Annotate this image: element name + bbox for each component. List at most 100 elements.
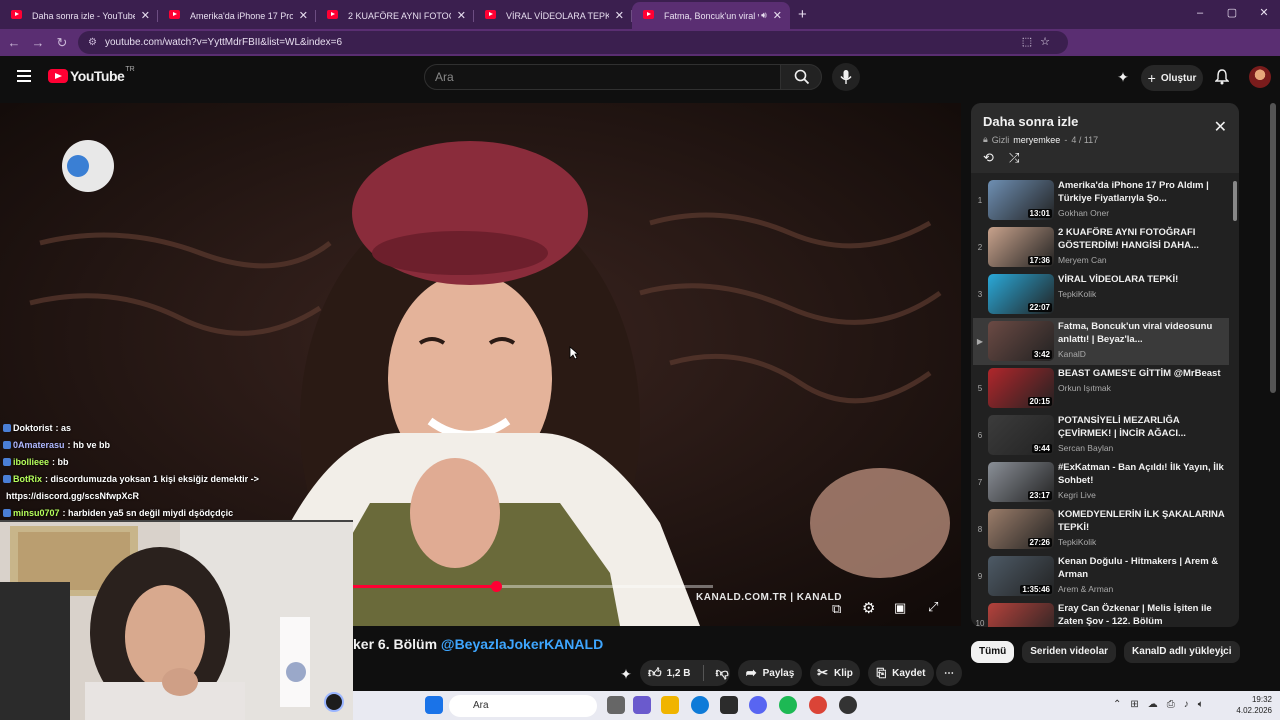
shuffle-icon[interactable]: ⤮ xyxy=(1009,150,1019,166)
loop-icon[interactable]: ⟲ xyxy=(983,150,994,166)
playlist-item[interactable]: 2 17:36 2 KUAFÖRE AYNI FOTOĞRAFI GÖSTERDİM… xyxy=(973,224,1229,271)
voice-search-button[interactable] xyxy=(832,63,860,91)
playlist-item-thumbnail[interactable]: 23:17 xyxy=(988,462,1054,502)
playlist-item-index: 9 xyxy=(977,572,983,581)
extension-sparkle-icon[interactable]: ✦ xyxy=(617,665,635,683)
more-actions-button[interactable]: ⋯ xyxy=(936,660,962,686)
browser-tab[interactable]: Fatma, Boncuk'un viral vide🔊︎ ✕ xyxy=(632,2,790,29)
share-icon: ➦ xyxy=(745,665,757,680)
playlist-item-thumbnail[interactable]: 20:15 xyxy=(988,368,1054,408)
bookmark-star-icon[interactable]: ⬚☆ xyxy=(1022,35,1058,48)
fullscreen-icon[interactable]: ⤢ xyxy=(928,599,938,615)
playlist-item-thumbnail[interactable]: 17:36 xyxy=(988,227,1054,267)
forward-arrow-icon[interactable]: → xyxy=(26,35,50,50)
filter-chip[interactable]: Tümü xyxy=(971,641,1015,663)
chrome-icon[interactable] xyxy=(809,696,827,714)
playlist-item[interactable]: 1054:11Eray Can Özkenar | Melis İşiten i… xyxy=(973,600,1229,627)
url-field[interactable]: ⚙ youtube.com/watch?v=YyttMdrFBII&list=W… xyxy=(78,31,1068,54)
playlist-item-title: Kenan Doğulu - Hitmakers | Arem & Arman xyxy=(1058,556,1219,580)
playlist-item-thumbnail[interactable]: 54:11 xyxy=(988,603,1054,627)
file-explorer-icon[interactable] xyxy=(661,696,679,714)
video-title-hashtag-link[interactable]: @BeyazlaJokerKANALD xyxy=(441,636,603,652)
playlist-title[interactable]: Daha sonra izle xyxy=(983,114,1078,129)
playlist-item-thumbnail[interactable]: 1:35:46 xyxy=(988,556,1054,596)
search-input[interactable]: Ara xyxy=(424,64,781,90)
system-tray-icons[interactable]: ⌃⊞☁⎙♪🔈︎ xyxy=(1113,699,1213,710)
progress-scrubber[interactable] xyxy=(491,581,502,592)
taskbar-clock[interactable]: 19:32 4.02.2026 xyxy=(1236,694,1272,716)
speaker-icon[interactable]: 🔊︎ xyxy=(761,10,767,21)
discord-icon[interactable] xyxy=(749,696,767,714)
minimize-button[interactable]: – xyxy=(1184,0,1216,29)
clock-time: 19:32 xyxy=(1251,695,1272,704)
tab-close-icon[interactable]: ✕ xyxy=(457,9,466,22)
browser-tab[interactable]: VİRAL VİDEOLARA TEPKİ! - You ✕ xyxy=(474,2,632,29)
subtitles-icon[interactable]: ⧉ xyxy=(832,601,841,617)
new-tab-button[interactable]: + xyxy=(798,6,807,23)
playlist-item[interactable]: 3 22:07 VİRAL VİDEOLARA TEPKİ! TepkiKolik xyxy=(973,271,1229,318)
playlist-item[interactable]: 7 23:17 #ExKatman - Ban Açıldı! İlk Yayın,… xyxy=(973,459,1229,506)
playlist-item-text: KOMEDYENLERİN İLK ŞAKALARINA TEPKİ! Tepki… xyxy=(1058,506,1229,553)
chat-message: minsu0707: harbiden ya5 sn değil miydi d… xyxy=(0,504,353,521)
tab-title: 2 KUAFÖRE AYNI FOTOĞRAFI G xyxy=(348,10,451,21)
browser-tab[interactable]: Amerika'da iPhone 17 Pro Aldım ✕ xyxy=(158,2,316,29)
back-arrow-icon[interactable]: ← xyxy=(2,35,26,50)
create-button[interactable]: + Oluştur xyxy=(1141,65,1203,91)
playlist-item-thumbnail[interactable]: 9:44 xyxy=(988,415,1054,455)
browser-tab[interactable]: 2 KUAFÖRE AYNI FOTOĞRAFI G ✕ xyxy=(316,2,474,29)
clip-button[interactable]: ✂ Klip xyxy=(810,660,860,686)
playlist-item-duration: 23:17 xyxy=(1027,491,1052,500)
dislike-button[interactable]: 👎︎ xyxy=(716,665,729,681)
share-button[interactable]: ➦ Paylaş xyxy=(738,660,802,686)
tab-close-icon[interactable]: ✕ xyxy=(773,9,782,22)
tab-close-icon[interactable]: ✕ xyxy=(141,9,150,22)
playlist-item-duration: 3:42 xyxy=(1031,350,1052,359)
playlist-item-channel: KanalD xyxy=(1058,349,1086,359)
store-icon[interactable] xyxy=(720,696,738,714)
obs-icon[interactable] xyxy=(839,696,857,714)
search-icon xyxy=(794,69,810,85)
taskbar-search[interactable]: Ara xyxy=(449,695,597,717)
playlist-item[interactable]: 9 1:35:46 Kenan Doğulu - Hitmakers | Arem … xyxy=(973,553,1229,600)
bell-icon[interactable] xyxy=(1212,67,1232,87)
page-scrollbar[interactable] xyxy=(1270,103,1276,393)
windows-start-icon[interactable] xyxy=(425,696,443,714)
filter-chip[interactable]: Seriden videolar xyxy=(1022,641,1117,663)
playlist-scrollbar[interactable] xyxy=(1233,181,1237,221)
reload-icon[interactable]: ↻ xyxy=(50,35,74,51)
site-info-icon[interactable]: ⚙ xyxy=(88,37,97,48)
tab-close-icon[interactable]: ✕ xyxy=(299,9,308,22)
playlist-item[interactable]: 1 13:01 Amerika'da iPhone 17 Pro Aldım | T… xyxy=(973,177,1229,224)
task-view-icon[interactable] xyxy=(607,696,625,714)
playlist-item[interactable]: 6 9:44 POTANSİYELİ MEZARLIĞA ÇEVİRMEK! | İ… xyxy=(973,412,1229,459)
search-button[interactable] xyxy=(780,64,822,90)
playlist-item-thumbnail[interactable]: 13:01 xyxy=(988,180,1054,220)
close-window-button[interactable]: ✕ xyxy=(1248,0,1280,29)
chevron-right-icon[interactable]: › xyxy=(1214,644,1230,662)
avatar[interactable] xyxy=(1249,66,1271,88)
playlist-owner[interactable]: meryemkee xyxy=(1013,135,1060,145)
browser-tab[interactable]: Daha sonra izle - YouTube ✕ xyxy=(0,2,158,29)
spotify-icon[interactable] xyxy=(779,696,797,714)
playlist-item-thumbnail[interactable]: 22:07 xyxy=(988,274,1054,314)
close-icon[interactable]: ✕ xyxy=(1214,117,1227,137)
hamburger-menu-icon[interactable] xyxy=(17,70,31,82)
playlist-item-text: POTANSİYELİ MEZARLIĞA ÇEVİRMEK! | İNCİR … xyxy=(1058,412,1229,459)
extension-icon[interactable]: ✦ xyxy=(1113,67,1133,87)
edge-icon[interactable] xyxy=(691,696,709,714)
youtube-logo[interactable]: YouTube TR xyxy=(48,66,135,84)
playlist-item[interactable]: ▶ 3:42 Fatma, Boncuk'un viral videosunu an… xyxy=(973,318,1229,365)
save-button[interactable]: ⎘ Kaydet xyxy=(868,660,934,686)
playlist-item[interactable]: 5 20:15 BEAST GAMES'E GİTTİM @MrBeast Orkun… xyxy=(973,365,1229,412)
playlist-item-thumbnail[interactable]: 27:26 xyxy=(988,509,1054,549)
settings-gear-icon[interactable]: ⚙ xyxy=(862,599,875,617)
playlist-panel: Daha sonra izle 🔒︎ Gizli meryemkee - 4 /… xyxy=(971,103,1239,627)
maximize-button[interactable]: ▢ xyxy=(1216,0,1248,29)
like-button[interactable]: 👍︎ 1,2 B xyxy=(648,665,691,681)
playlist-item-thumbnail[interactable]: 3:42 xyxy=(988,321,1054,361)
tab-close-icon[interactable]: ✕ xyxy=(615,9,624,22)
scissors-icon: ✂ xyxy=(817,665,828,680)
playlist-item[interactable]: 8 27:26 KOMEDYENLERİN İLK ŞAKALARINA TEPKİ… xyxy=(973,506,1229,553)
copilot-icon[interactable] xyxy=(633,696,651,714)
miniplayer-icon[interactable]: ▣ xyxy=(894,600,906,616)
